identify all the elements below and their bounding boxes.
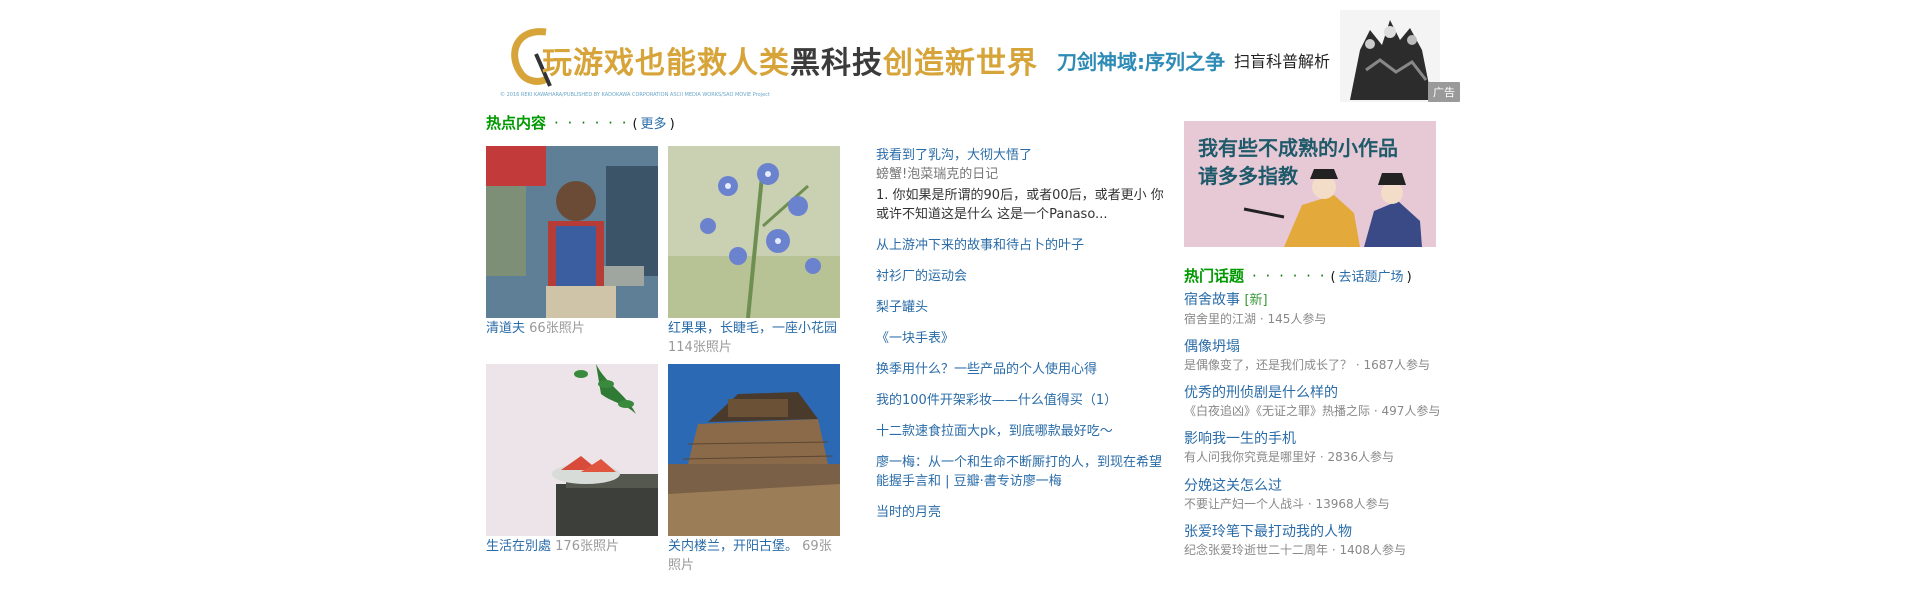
banner-game-name: 刀剑神域:序列之争 (1057, 50, 1225, 74)
topic-subtitle: 不要让产妇一个人战斗 · 13968人参与 (1184, 497, 1390, 511)
topic-subtitle: 纪念张爱玲逝世二十二周年 · 1408人参与 (1184, 543, 1406, 557)
topic-subtitle: 宿舍里的江湖 · 145人参与 (1184, 312, 1327, 326)
article-link[interactable]: 当时的月亮 (876, 505, 941, 520)
right-ad-line2: 请多多指教 (1198, 164, 1299, 188)
article-link[interactable]: 《一块手表》 (876, 331, 954, 346)
topic-square-link[interactable]: 去话题广场 (1336, 270, 1407, 285)
album-card[interactable]: 生活在別處 176张照片 (486, 364, 658, 556)
album-count: 114张照片 (668, 340, 732, 355)
banner-ad[interactable]: 玩游戏也能救人类黑科技创造新世界 刀剑神域:序列之争 扫盲科普解析 © 2016… (494, 10, 1454, 102)
article-link[interactable]: 衬衫厂的运动会 (876, 269, 967, 284)
topic-item[interactable]: 分娩这关怎么过 不要让产妇一个人战斗 · 13968人参与 (1184, 476, 1474, 513)
album-count: 66张照片 (529, 321, 585, 336)
hot-content-header: 热点内容 · · · · · ·(更多) (486, 114, 675, 132)
album-title[interactable]: 生活在別處 (486, 539, 551, 554)
article-link[interactable]: 我看到了乳沟，大彻大悟了 (876, 148, 1032, 163)
article-excerpt: 1. 你如果是所谓的90后，或者00后，或者更小 你或许不知道这是什么 这是一个… (876, 188, 1164, 222)
banner-characters-image (1340, 10, 1440, 102)
album-title[interactable]: 清道夫 (486, 321, 525, 336)
article-link[interactable]: 廖一梅：从一个和生命不断厮打的人，到现在希望能握手言和 | 豆瓣·書专访廖一梅 (876, 455, 1162, 489)
album-card[interactable]: 清道夫 66张照片 (486, 146, 658, 338)
new-badge: [新] (1244, 293, 1268, 308)
topic-subtitle: 是偶像变了，还是我们成长了？ · 1687人参与 (1184, 358, 1430, 372)
page: { "banner": { "headline_a": "玩游戏也能救人类", … (0, 0, 1920, 610)
article-link[interactable]: 我的100件开架彩妆——什么值得买（1） (876, 393, 1117, 408)
album-title[interactable]: 关内楼兰，开阳古堡。 (668, 539, 798, 554)
more-link[interactable]: 更多 (638, 117, 670, 132)
album-card[interactable]: 关内楼兰，开阳古堡。 69张照片 (668, 364, 840, 575)
hot-content-title: 热点内容 (486, 114, 547, 132)
article-link[interactable]: 从上游冲下来的故事和待占卜的叶子 (876, 238, 1084, 253)
album-thumbnail[interactable] (668, 146, 840, 318)
album-title[interactable]: 红果果，长睫毛，一座小花园 (668, 321, 837, 336)
topic-title[interactable]: 宿舍故事 (1184, 292, 1240, 308)
topic-title[interactable]: 分娩这关怎么过 (1184, 478, 1282, 494)
topic-title[interactable]: 优秀的刑侦剧是什么样的 (1184, 385, 1338, 401)
right-ad-banner[interactable]: 我有些不成熟的小作品 请多多指教 (1184, 121, 1436, 247)
dots-divider: · · · · · · (554, 114, 629, 132)
topic-title[interactable]: 影响我一生的手机 (1184, 431, 1296, 447)
topic-item[interactable]: 影响我一生的手机 有人问我你究竟是哪里好 · 2836人参与 (1184, 429, 1474, 466)
topic-item[interactable]: 偶像坍塌 是偶像变了，还是我们成长了？ · 1687人参与 (1184, 337, 1474, 374)
album-count: 176张照片 (555, 539, 619, 554)
album-card[interactable]: 红果果，长睫毛，一座小花园 114张照片 (668, 146, 840, 357)
topic-title[interactable]: 偶像坍塌 (1184, 339, 1240, 355)
banner-fine-print: © 2016 REKI KAWAHARA/PUBLISHED BY KADOKA… (500, 92, 770, 98)
topic-subtitle: 《白夜追凶》《无证之罪》热播之际 · 497人参与 (1184, 404, 1441, 418)
article-link[interactable]: 换季用什么？一些产品的个人使用心得 (876, 362, 1097, 377)
topic-title[interactable]: 张爱玲笔下最打动我的人物 (1184, 524, 1352, 540)
topic-item[interactable]: 优秀的刑侦剧是什么样的 《白夜追凶》《无证之罪》热播之际 · 497人参与 (1184, 383, 1474, 420)
topic-item[interactable]: 宿舍故事 [新] 宿舍里的江湖 · 145人参与 (1184, 290, 1474, 328)
dots-divider: · · · · · · (1252, 267, 1327, 285)
album-thumbnail[interactable] (668, 364, 840, 536)
article-link[interactable]: 十二款速食拉面大pk，到底哪款最好吃～ (876, 424, 1113, 439)
right-ad-line1: 我有些不成熟的小作品 (1198, 136, 1398, 160)
article-link[interactable]: 梨子罐头 (876, 300, 928, 315)
album-thumbnail[interactable] (486, 146, 658, 318)
hot-topics-title: 热门话题 (1184, 267, 1245, 285)
article-list: 我看到了乳沟，大彻大悟了 螃蟹!泡菜瑞克的日记 1. 你如果是所谓的90后，或者… (876, 146, 1166, 522)
banner-headline: 玩游戏也能救人类黑科技创造新世界 (542, 46, 1038, 81)
hot-topics-header: 热门话题 · · · · · ·(去话题广场) (1184, 267, 1412, 285)
ad-badge: 广告 (1428, 82, 1460, 102)
article-source: 螃蟹!泡菜瑞克的日记 (876, 167, 999, 182)
banner-tagline: 扫盲科普解析 (1234, 52, 1331, 71)
topic-item[interactable]: 张爱玲笔下最打动我的人物 纪念张爱玲逝世二十二周年 · 1408人参与 (1184, 522, 1474, 559)
album-thumbnail[interactable] (486, 364, 658, 536)
topic-subtitle: 有人问我你究竟是哪里好 · 2836人参与 (1184, 450, 1394, 464)
